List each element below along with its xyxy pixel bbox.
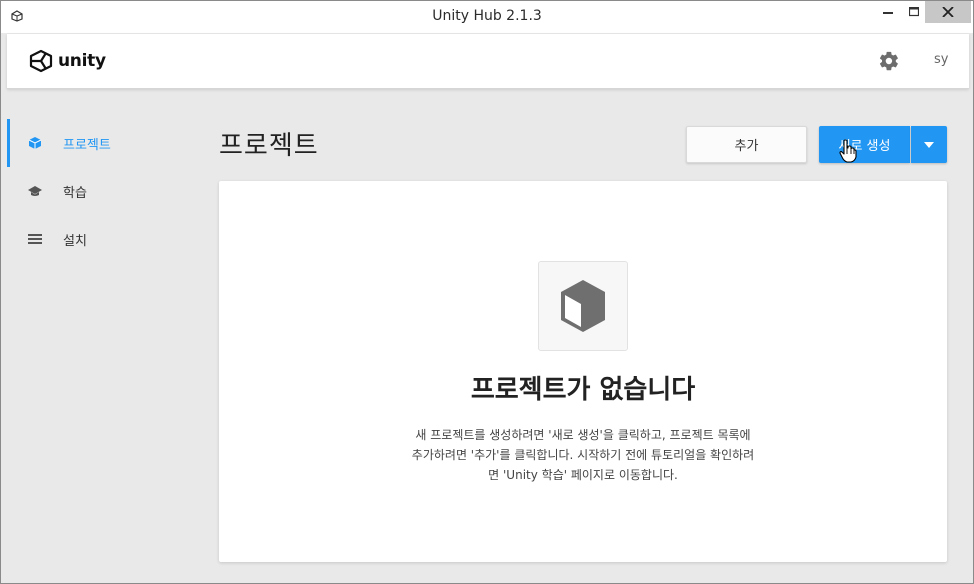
list-icon	[27, 231, 43, 247]
sidebar-item-projects[interactable]: 프로젝트	[7, 119, 199, 167]
graduation-cap-icon	[27, 183, 43, 199]
close-button[interactable]	[925, 1, 971, 23]
unity-logo: unity	[28, 49, 106, 73]
cube-icon	[27, 135, 43, 151]
title-bar[interactable]: Unity Hub 2.1.3	[1, 1, 973, 33]
close-icon	[942, 7, 954, 17]
user-avatar[interactable]: sy	[934, 52, 948, 67]
unity-hub-window: Unity Hub 2.1.3 unity sy 프로젝트 학습 설치 프로젝트…	[0, 0, 974, 584]
sidebar-item-label: 학습	[63, 185, 87, 201]
window-title: Unity Hub 2.1.3	[432, 8, 542, 24]
empty-state-description-line: 추가하려면 '추가'를 클릭합니다. 시작하기 전에 튜토리얼을 확인하려	[411, 448, 755, 462]
empty-state-description: 새 프로젝트를 생성하려면 '새로 생성'을 클릭하고, 프로젝트 목록에 추가…	[365, 425, 801, 485]
empty-state-icon-box	[538, 261, 628, 351]
sidebar-item-installs[interactable]: 설치	[7, 215, 199, 263]
minimize-icon	[883, 12, 893, 14]
cube-icon	[561, 280, 605, 332]
projects-panel: 프로젝트가 없습니다 새 프로젝트를 생성하려면 '새로 생성'을 클릭하고, …	[219, 181, 947, 562]
hand-pointer-cursor-icon	[839, 139, 857, 163]
page-title: 프로젝트	[219, 131, 319, 161]
sidebar-item-label: 프로젝트	[63, 137, 111, 153]
sidebar: 프로젝트 학습 설치	[7, 91, 199, 584]
sidebar-item-learn[interactable]: 학습	[7, 167, 199, 215]
maximize-icon	[909, 7, 919, 17]
active-indicator	[7, 119, 10, 167]
caret-down-icon	[924, 141, 934, 148]
new-project-dropdown-button[interactable]	[911, 126, 947, 163]
new-project-button[interactable]: 새로 생성	[819, 126, 910, 163]
unity-logo-icon	[29, 49, 53, 73]
logo-text: unity	[58, 51, 106, 71]
add-button[interactable]: 추가	[686, 126, 807, 163]
empty-state-title: 프로젝트가 없습니다	[470, 375, 696, 405]
gear-icon[interactable]	[878, 50, 900, 72]
app-header: unity sy	[7, 34, 969, 89]
empty-state-description-line: 면 'Unity 학습' 페이지로 이동합니다.	[488, 468, 678, 482]
sidebar-item-label: 설치	[63, 233, 87, 249]
empty-state-description-line: 새 프로젝트를 생성하려면 '새로 생성'을 클릭하고, 프로젝트 목록에	[415, 428, 751, 442]
